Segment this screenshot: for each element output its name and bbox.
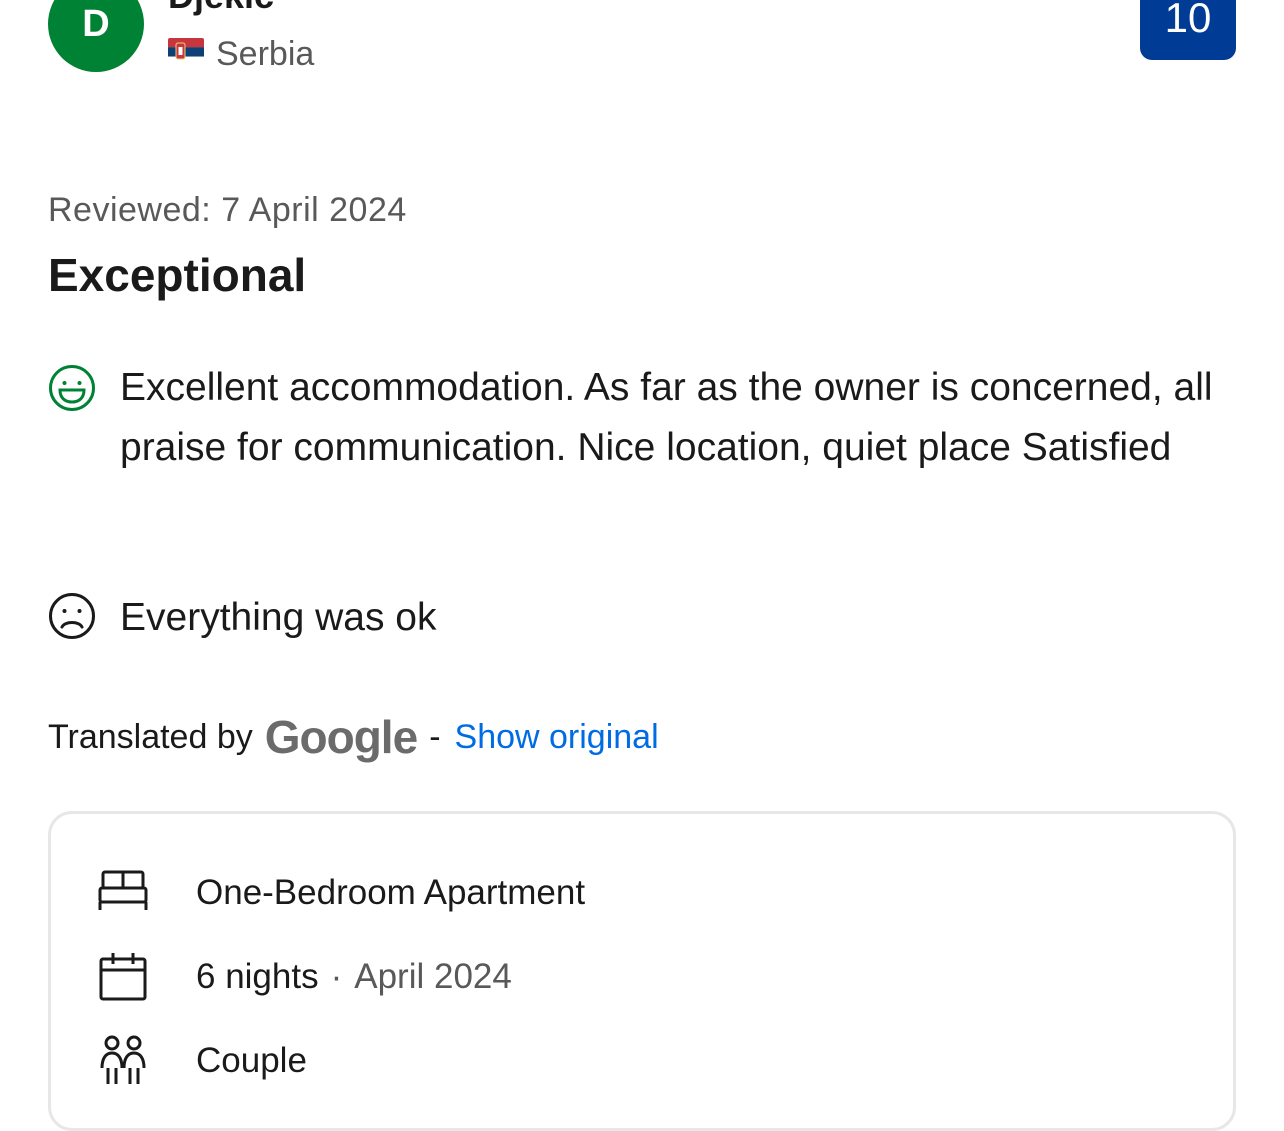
score-badge: 10 xyxy=(1140,0,1236,60)
bed-icon xyxy=(98,870,148,910)
sad-face-icon xyxy=(48,592,96,640)
reviewer-name: Djekic xyxy=(168,0,274,14)
stay-dot-separator: · xyxy=(330,957,343,996)
translation-separator: - xyxy=(429,717,441,756)
room-type-row: One-Bedroom Apartment xyxy=(96,866,585,920)
review-positive-text: Excellent accommodation. As far as the o… xyxy=(120,366,1213,469)
room-type: One-Bedroom Apartment xyxy=(196,873,586,912)
translation-line: Translated by Google - Show original xyxy=(48,710,659,764)
traveler-type: Couple xyxy=(196,1041,307,1080)
serbia-flag-icon xyxy=(168,38,204,66)
review-date: Reviewed: 7 April 2024 xyxy=(48,191,407,229)
review-title: Exceptional xyxy=(48,249,307,301)
stay-duration-row: 6 nights · April 2024 xyxy=(96,950,512,1004)
review-negative-text: Everything was ok xyxy=(120,596,437,639)
stay-nights: 6 nights xyxy=(196,957,319,996)
calendar-icon xyxy=(99,953,147,1001)
google-logo: Google xyxy=(264,711,418,763)
show-original-link[interactable]: Show original xyxy=(455,718,659,757)
reviewer-country: Serbia xyxy=(216,35,315,73)
avatar: D xyxy=(48,0,144,72)
translated-by-label: Translated by xyxy=(48,717,253,756)
smiley-face-icon xyxy=(48,364,96,412)
stay-month: April 2024 xyxy=(354,957,512,996)
